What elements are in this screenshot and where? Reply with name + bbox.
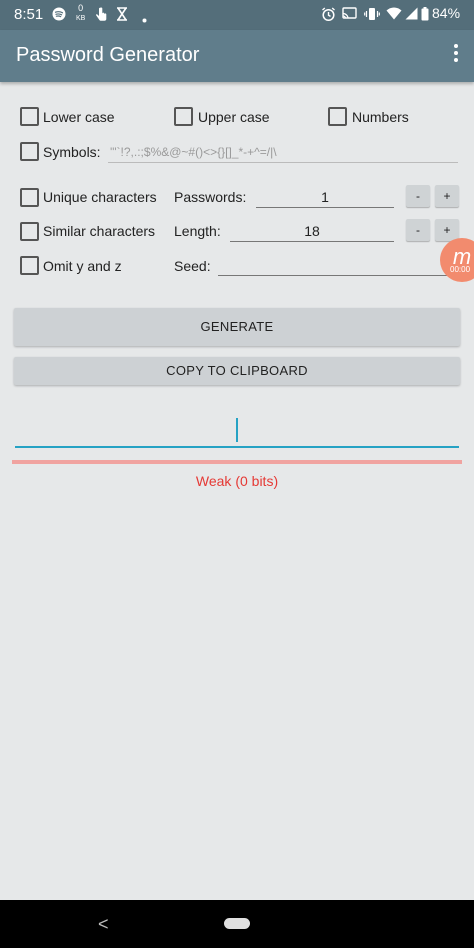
- battery-percent: 84%: [432, 5, 461, 21]
- hourglass-icon: [116, 7, 128, 24]
- length-decrement-button[interactable]: -: [406, 219, 430, 241]
- strength-meter-bar: [12, 460, 462, 464]
- spotify-icon: [52, 7, 66, 24]
- seed-input-underline: [218, 275, 458, 276]
- unique-characters-label: Unique characters: [43, 189, 157, 205]
- symbols-input[interactable]: '"`!?,.:;$%&@~#()<>{}[]_*-+^=/|\: [110, 145, 458, 159]
- data-speed-unit: KB: [76, 15, 86, 22]
- lower-case-label: Lower case: [43, 109, 115, 125]
- omit-y-z-label: Omit y and z: [43, 258, 122, 274]
- symbols-checkbox[interactable]: [20, 142, 39, 161]
- passwords-count-underline: [256, 207, 394, 208]
- symbols-label: Symbols:: [43, 144, 101, 160]
- data-speed-value: 0: [78, 3, 84, 13]
- password-output-field[interactable]: [15, 410, 459, 448]
- data-speed-indicator: 0 KB: [76, 4, 85, 23]
- similar-characters-checkbox[interactable]: [20, 222, 39, 241]
- omit-y-z-checkbox[interactable]: [20, 256, 39, 275]
- battery-icon: [421, 7, 429, 24]
- length-increment-button[interactable]: +: [435, 219, 459, 241]
- seed-label: Seed:: [174, 258, 211, 274]
- unique-characters-checkbox[interactable]: [20, 188, 39, 207]
- cell-signal-icon: [405, 7, 418, 23]
- overflow-menu-icon[interactable]: [452, 44, 460, 66]
- passwords-decrement-button[interactable]: -: [406, 185, 430, 207]
- home-pill-icon[interactable]: [224, 918, 250, 929]
- status-bar: 8:51 0 KB 84%: [0, 0, 474, 30]
- numbers-label: Numbers: [352, 109, 409, 125]
- wifi-icon: [386, 7, 402, 23]
- app-bar: Password Generator: [0, 30, 474, 82]
- vibrate-icon: [364, 7, 380, 24]
- passwords-label: Passwords:: [174, 189, 247, 205]
- text-cursor: [236, 418, 238, 442]
- password-output-underline: [15, 446, 459, 448]
- length-label: Length:: [174, 223, 221, 239]
- strength-label: Weak (0 bits): [195, 473, 279, 489]
- passwords-count-input[interactable]: 1: [256, 189, 394, 205]
- notification-dot-icon: [142, 11, 147, 26]
- similar-characters-label: Similar characters: [43, 223, 156, 239]
- lower-case-checkbox[interactable]: [20, 107, 39, 126]
- symbols-input-underline: [108, 162, 458, 163]
- length-input-underline: [230, 241, 394, 242]
- app-title: Password Generator: [16, 44, 200, 66]
- copy-to-clipboard-button[interactable]: COPY TO CLIPBOARD: [14, 357, 460, 385]
- alarm-icon: [321, 7, 336, 25]
- touch-icon: [94, 7, 108, 25]
- generate-button[interactable]: GENERATE: [14, 308, 460, 346]
- back-icon[interactable]: <: [98, 914, 109, 935]
- status-time: 8:51: [14, 6, 44, 23]
- cast-icon: [342, 7, 357, 23]
- system-navigation-bar: <: [0, 900, 474, 948]
- numbers-checkbox[interactable]: [328, 107, 347, 126]
- upper-case-checkbox[interactable]: [174, 107, 193, 126]
- passwords-increment-button[interactable]: +: [435, 185, 459, 207]
- upper-case-label: Upper case: [198, 109, 270, 125]
- length-input[interactable]: 18: [230, 223, 394, 239]
- recorder-timer: 00:00: [450, 265, 471, 274]
